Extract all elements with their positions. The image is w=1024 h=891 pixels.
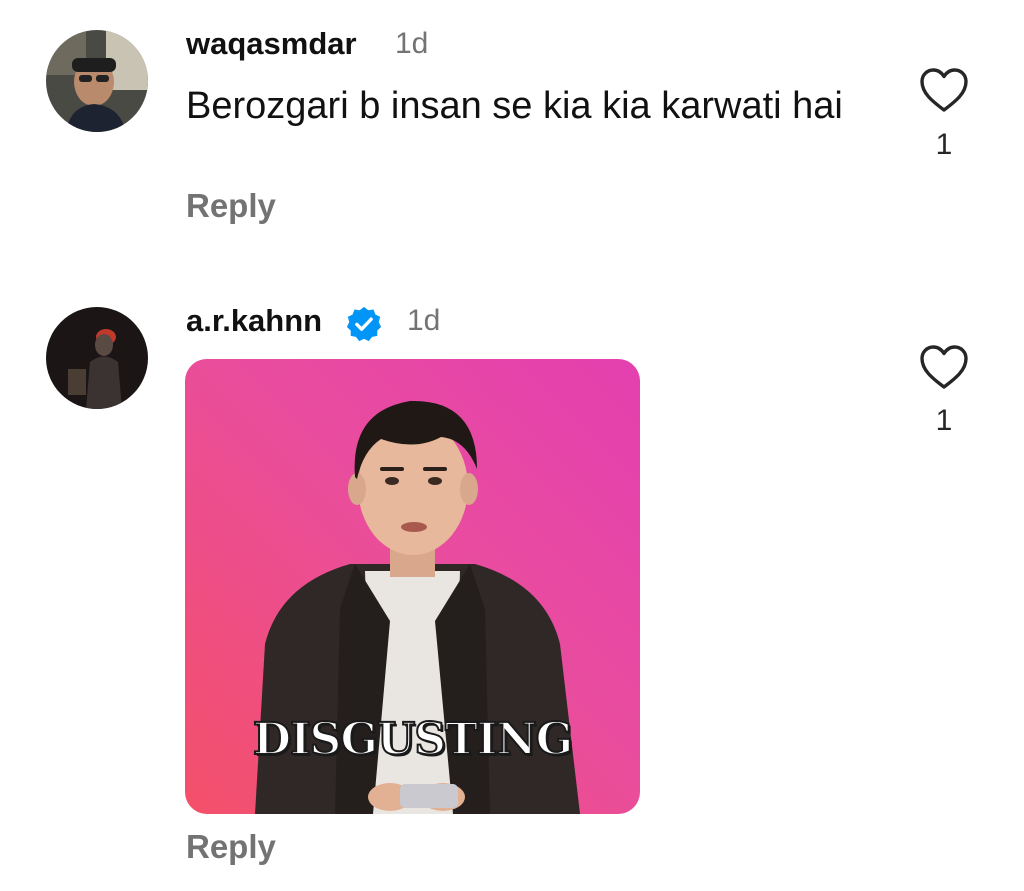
comment-username[interactable]: waqasmdar bbox=[186, 26, 357, 62]
comment-text: Berozgari b insan se kia kia karwati hai bbox=[186, 85, 843, 127]
comment-timestamp: 1d bbox=[395, 27, 429, 60]
avatar-photo bbox=[46, 30, 148, 132]
avatar-photo bbox=[46, 307, 148, 409]
comment-timestamp: 1d bbox=[407, 304, 441, 337]
heart-outline-icon bbox=[920, 68, 968, 112]
like-count: 1 bbox=[935, 128, 953, 161]
reply-button[interactable]: Reply bbox=[186, 828, 276, 866]
gif-attachment[interactable]: DISGUSTING bbox=[185, 359, 640, 814]
reply-button[interactable]: Reply bbox=[186, 187, 276, 225]
verified-badge-icon bbox=[345, 305, 383, 343]
comment-username[interactable]: a.r.kahnn bbox=[186, 303, 322, 339]
avatar[interactable] bbox=[46, 30, 148, 132]
like-button[interactable] bbox=[918, 343, 970, 391]
like-count: 1 bbox=[935, 404, 953, 437]
heart-outline-icon bbox=[920, 345, 968, 389]
like-button[interactable] bbox=[918, 66, 970, 114]
avatar[interactable] bbox=[46, 307, 148, 409]
gif-caption: DISGUSTING bbox=[252, 713, 574, 766]
